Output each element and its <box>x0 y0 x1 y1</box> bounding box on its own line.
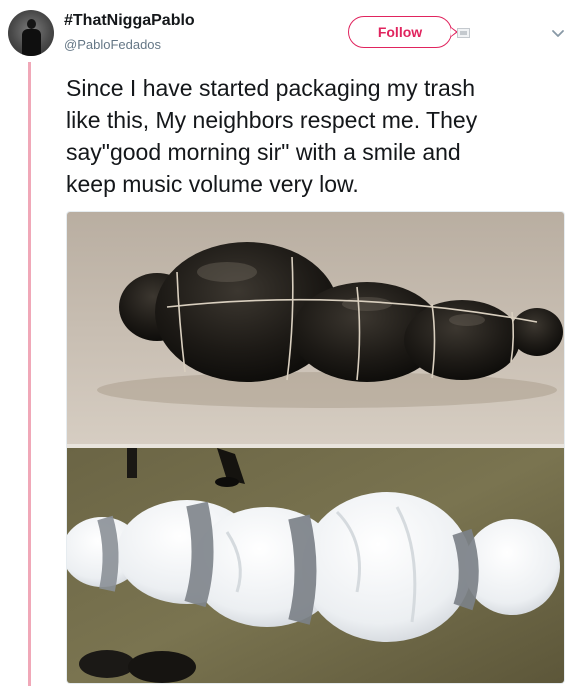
user-handle[interactable]: @PabloFedados <box>64 37 161 52</box>
follow-button[interactable]: Follow <box>348 16 458 48</box>
black-bag-bundle-photo <box>67 212 564 444</box>
chevron-down-icon <box>552 30 564 37</box>
tweet-card: #ThatNiggaPablo @PabloFedados Follow Sin… <box>0 0 580 686</box>
more-options-button[interactable] <box>549 24 567 42</box>
tweet-media[interactable] <box>66 211 565 684</box>
avatar-figure-head <box>27 19 36 29</box>
display-name[interactable]: #ThatNiggaPablo <box>64 12 195 30</box>
media-photo-collage <box>67 212 564 683</box>
tweet-text: Since I have started packaging my trash … <box>66 75 478 197</box>
blocked-icon <box>457 28 470 38</box>
avatar[interactable] <box>8 10 54 56</box>
thread-line <box>28 62 31 686</box>
avatar-figure-body <box>22 29 41 56</box>
white-bag-bundle-photo <box>67 448 564 683</box>
